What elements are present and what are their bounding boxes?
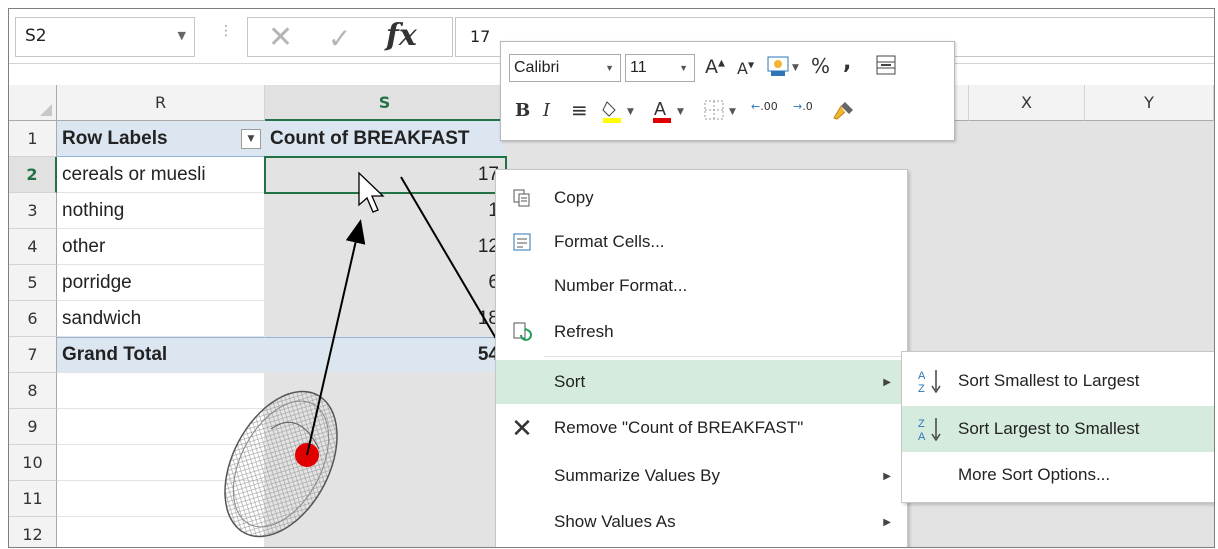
menu-item-remove[interactable]: ✕ Remove "Count of BREAKFAST" [496, 406, 907, 450]
mouse-cursor-icon [358, 171, 385, 213]
chevron-down-icon: ▼ [679, 63, 688, 73]
fill-color-icon[interactable]: ▼ [601, 98, 641, 129]
decrease-decimal-label: .0 [802, 100, 813, 113]
copy-icon [510, 186, 534, 210]
chevron-down-icon: ▼ [605, 63, 614, 73]
font-size-value: 11 [630, 59, 647, 76]
borders-icon[interactable]: ▼ [703, 98, 743, 127]
increase-decimal-label: .00 [760, 100, 778, 113]
submenu-item-sort-descending[interactable]: Z A Sort Largest to Smallest [902, 406, 1214, 452]
font-size-dropdown[interactable]: 11 ▼ [625, 54, 695, 82]
submenu-item-sort-ascending[interactable]: A Z Sort Smallest to Largest [902, 358, 1214, 404]
svg-text:Z: Z [918, 418, 925, 430]
sort-ascending-icon: A Z [916, 367, 944, 395]
increase-font-size-icon[interactable]: A▲ [705, 56, 725, 78]
font-name-dropdown[interactable]: Calibri ▼ [509, 54, 621, 82]
svg-text:▼: ▼ [677, 107, 684, 117]
decrease-decimal-icon[interactable]: →.0 [793, 100, 813, 113]
format-cells-icon [510, 230, 534, 254]
submenu-item-label: More Sort Options... [958, 465, 1111, 484]
svg-text:A: A [918, 431, 926, 443]
menu-item-label: Remove "Count of BREAKFAST" [554, 418, 804, 437]
percent-style-button[interactable]: % [811, 54, 830, 78]
accounting-format-icon[interactable]: ▼ [767, 54, 803, 83]
submenu-arrow-icon: ▶ [883, 516, 891, 528]
menu-item-refresh[interactable]: Refresh [496, 310, 907, 354]
menu-item-label: Sort [554, 372, 586, 391]
context-menu: Copy Format Cells... Number Format... Re… [495, 169, 908, 547]
svg-text:▼: ▼ [729, 107, 736, 117]
svg-text:Z: Z [918, 383, 925, 395]
format-painter-icon[interactable] [831, 98, 857, 127]
menu-item-label: Refresh [554, 322, 614, 341]
svg-text:▼: ▼ [792, 63, 799, 73]
refresh-icon [510, 320, 534, 344]
menu-item-label: Summarize Values By [554, 466, 720, 485]
decrease-font-size-icon[interactable]: A▼ [737, 59, 754, 78]
mouse-illustration-icon [224, 390, 338, 538]
bold-button[interactable]: B [515, 100, 530, 121]
font-color-icon[interactable]: A ▼ [651, 98, 691, 129]
menu-item-number-format[interactable]: Number Format... [496, 264, 907, 308]
comma-style-button[interactable]: , [843, 50, 851, 75]
menu-item-format-cells[interactable]: Format Cells... [496, 220, 907, 264]
font-name-value: Calibri [514, 59, 560, 76]
sort-descending-icon: Z A [916, 415, 944, 443]
remove-icon: ✕ [511, 412, 533, 443]
mini-toolbar: Calibri ▼ 11 ▼ A▲ A▼ ▼ % , B I ≡ ▼ A ▼ ▼ … [500, 41, 955, 141]
menu-item-label: Format Cells... [554, 232, 665, 251]
menu-item-label: Number Format... [554, 276, 688, 295]
menu-item-sort[interactable]: Sort ▶ [496, 360, 907, 404]
submenu-arrow-icon: ▶ [883, 376, 891, 388]
submenu-item-more-sort-options[interactable]: More Sort Options... [902, 452, 1214, 498]
menu-item-copy[interactable]: Copy [496, 176, 907, 220]
submenu-arrow-icon: ▶ [883, 470, 891, 482]
menu-item-show-values-as[interactable]: Show Values As ▶ [496, 500, 907, 544]
menu-separator [544, 356, 904, 357]
increase-decimal-icon[interactable]: ←.00 [751, 100, 778, 113]
submenu-item-label: Sort Smallest to Largest [958, 371, 1140, 390]
italic-button[interactable]: I [543, 100, 550, 121]
excel-window: S2 ▼ ⋮ ✕ ✓ fx 17 R S T U V W X Y 1 2 3 4… [8, 8, 1215, 548]
menu-item-summarize-values[interactable]: Summarize Values By ▶ [496, 454, 907, 498]
menu-item-label: Copy [554, 188, 594, 207]
sort-submenu: A Z Sort Smallest to Largest Z A Sort La… [901, 351, 1214, 503]
menu-item-label: Show Values As [554, 512, 676, 531]
svg-text:A: A [918, 370, 926, 382]
svg-text:A: A [654, 99, 666, 119]
submenu-item-label: Sort Largest to Smallest [958, 419, 1140, 438]
svg-text:▼: ▼ [627, 107, 634, 117]
format-table-icon[interactable] [875, 54, 897, 81]
center-align-icon[interactable]: ≡ [571, 98, 588, 122]
